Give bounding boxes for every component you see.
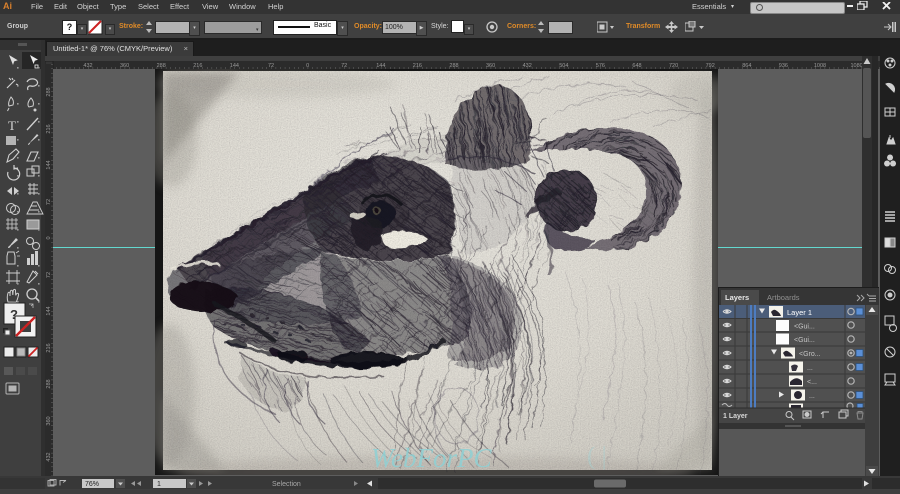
svg-text:T: T bbox=[8, 118, 16, 133]
svg-text:216: 216 bbox=[193, 63, 202, 69]
svg-text:1080: 1080 bbox=[850, 63, 862, 69]
svg-text:432: 432 bbox=[83, 63, 92, 69]
svg-text:792: 792 bbox=[706, 63, 715, 69]
svg-text:WebForPC: WebForPC bbox=[371, 443, 492, 473]
svg-text:432: 432 bbox=[523, 63, 532, 69]
svg-text:360: 360 bbox=[46, 416, 52, 425]
svg-text:216: 216 bbox=[46, 343, 52, 352]
svg-text:Layers: Layers bbox=[725, 293, 749, 302]
svg-text:1008: 1008 bbox=[814, 63, 826, 69]
svg-text:<Gui...: <Gui... bbox=[794, 337, 815, 344]
svg-text:144: 144 bbox=[376, 63, 385, 69]
svg-text:72: 72 bbox=[341, 63, 347, 69]
svg-text:288: 288 bbox=[46, 87, 52, 96]
svg-text:216: 216 bbox=[46, 124, 52, 133]
svg-text:...: ... bbox=[809, 393, 815, 400]
svg-text:432: 432 bbox=[46, 452, 52, 461]
svg-text:Layer 1: Layer 1 bbox=[787, 308, 812, 317]
svg-text:Artboards: Artboards bbox=[767, 293, 800, 302]
svg-text:<...: <... bbox=[807, 379, 817, 386]
svg-text:( |: ( | bbox=[587, 443, 607, 470]
svg-text:504: 504 bbox=[559, 63, 568, 69]
svg-text:<Gui...: <Gui... bbox=[794, 324, 815, 331]
svg-text:0: 0 bbox=[306, 63, 309, 69]
svg-text:864: 864 bbox=[742, 63, 751, 69]
svg-text:72: 72 bbox=[46, 272, 52, 278]
svg-text:360: 360 bbox=[486, 63, 495, 69]
svg-text:<Gro...: <Gro... bbox=[799, 351, 821, 358]
svg-text:...: ... bbox=[807, 365, 813, 372]
svg-text:936: 936 bbox=[779, 63, 788, 69]
svg-text:720: 720 bbox=[669, 63, 678, 69]
svg-text:144: 144 bbox=[46, 160, 52, 169]
svg-text:360: 360 bbox=[120, 63, 129, 69]
svg-text:144: 144 bbox=[230, 63, 239, 69]
svg-text:648: 648 bbox=[632, 63, 641, 69]
svg-text:144: 144 bbox=[46, 306, 52, 315]
svg-text:72: 72 bbox=[46, 199, 52, 205]
svg-text:216: 216 bbox=[413, 63, 422, 69]
svg-text:288: 288 bbox=[449, 63, 458, 69]
svg-text:72: 72 bbox=[268, 63, 274, 69]
svg-text:576: 576 bbox=[596, 63, 605, 69]
svg-text:288: 288 bbox=[46, 379, 52, 388]
svg-text:0: 0 bbox=[46, 236, 52, 239]
svg-text:1 Layer: 1 Layer bbox=[723, 413, 748, 420]
svg-text:288: 288 bbox=[157, 63, 166, 69]
